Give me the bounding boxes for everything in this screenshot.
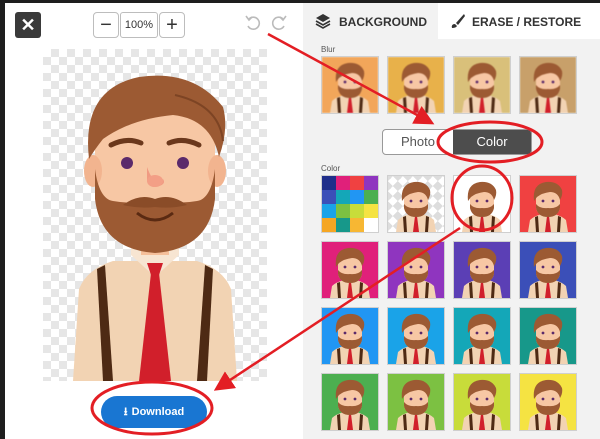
blur-option-3[interactable]: [453, 56, 511, 114]
thumbnail-portrait: [520, 308, 576, 364]
close-icon: ✕: [20, 15, 36, 35]
zoom-in-button[interactable]: +: [159, 12, 185, 38]
thumbnail-portrait: [520, 176, 576, 232]
color-option[interactable]: [387, 373, 445, 431]
blur-option-4[interactable]: [519, 56, 577, 114]
palette-icon: [322, 176, 378, 232]
color-option[interactable]: [453, 307, 511, 365]
tab-erase-restore[interactable]: ERASE / RESTORE: [438, 3, 600, 39]
transparent-background-option[interactable]: [387, 175, 445, 233]
color-option[interactable]: [453, 373, 511, 431]
undo-icon[interactable]: [243, 12, 265, 34]
blur-section-label: Blur: [321, 45, 336, 54]
color-option[interactable]: [519, 307, 577, 365]
thumbnail-portrait: [388, 57, 444, 113]
photo-color-toggle: Photo Color: [382, 129, 532, 155]
blur-option-1[interactable]: [321, 56, 379, 114]
thumbnail-portrait: [454, 176, 510, 232]
thumbnail-portrait: [520, 242, 576, 298]
layers-icon: [315, 14, 331, 29]
thumbnail-portrait: [454, 308, 510, 364]
brush-icon: [451, 14, 465, 28]
image-canvas[interactable]: [43, 49, 267, 381]
blur-option-2[interactable]: [387, 56, 445, 114]
redo-icon[interactable]: [267, 12, 289, 34]
color-option[interactable]: [387, 241, 445, 299]
toggle-color[interactable]: Color: [453, 130, 531, 154]
thumbnail-portrait: [388, 308, 444, 364]
color-option[interactable]: [519, 175, 577, 233]
close-button[interactable]: ✕: [15, 12, 41, 38]
color-option[interactable]: [519, 241, 577, 299]
thumbnail-portrait: [322, 57, 378, 113]
thumbnail-portrait: [454, 374, 510, 430]
tab-background[interactable]: BACKGROUND: [303, 3, 438, 39]
background-panel: BACKGROUND ERASE / RESTORE Blur Photo Co…: [303, 3, 600, 439]
color-option[interactable]: [519, 373, 577, 431]
color-option[interactable]: [453, 241, 511, 299]
thumbnail-portrait: [322, 308, 378, 364]
thumbnail-portrait: [388, 242, 444, 298]
download-button[interactable]: ⭳ Download: [101, 396, 207, 428]
thumbnail-portrait: [520, 57, 576, 113]
color-section-label: Color: [321, 164, 341, 173]
color-option[interactable]: [321, 373, 379, 431]
thumbnail-portrait: [520, 374, 576, 430]
zoom-level: 100%: [120, 12, 158, 38]
thumbnail-portrait: [396, 181, 436, 232]
color-option[interactable]: [321, 307, 379, 365]
color-option[interactable]: [453, 175, 511, 233]
thumbnail-portrait: [322, 374, 378, 430]
editor-pane: ✕ − 100% + ⭳ Download: [5, 3, 303, 439]
download-icon: ⭳: [123, 406, 128, 418]
cartoon-man-image: [73, 75, 237, 381]
download-label: Download: [131, 406, 185, 418]
thumbnail-portrait: [322, 242, 378, 298]
toggle-photo[interactable]: Photo: [383, 130, 453, 154]
thumbnail-portrait: [388, 374, 444, 430]
color-option[interactable]: [321, 241, 379, 299]
thumbnail-portrait: [454, 57, 510, 113]
panel-tabs: BACKGROUND ERASE / RESTORE: [303, 3, 600, 39]
color-option[interactable]: [387, 307, 445, 365]
custom-color-palette[interactable]: [321, 175, 379, 233]
tab-background-label: BACKGROUND: [339, 15, 427, 29]
zoom-out-button[interactable]: −: [93, 12, 119, 38]
tab-erase-restore-label: ERASE / RESTORE: [472, 15, 582, 29]
thumbnail-portrait: [454, 242, 510, 298]
